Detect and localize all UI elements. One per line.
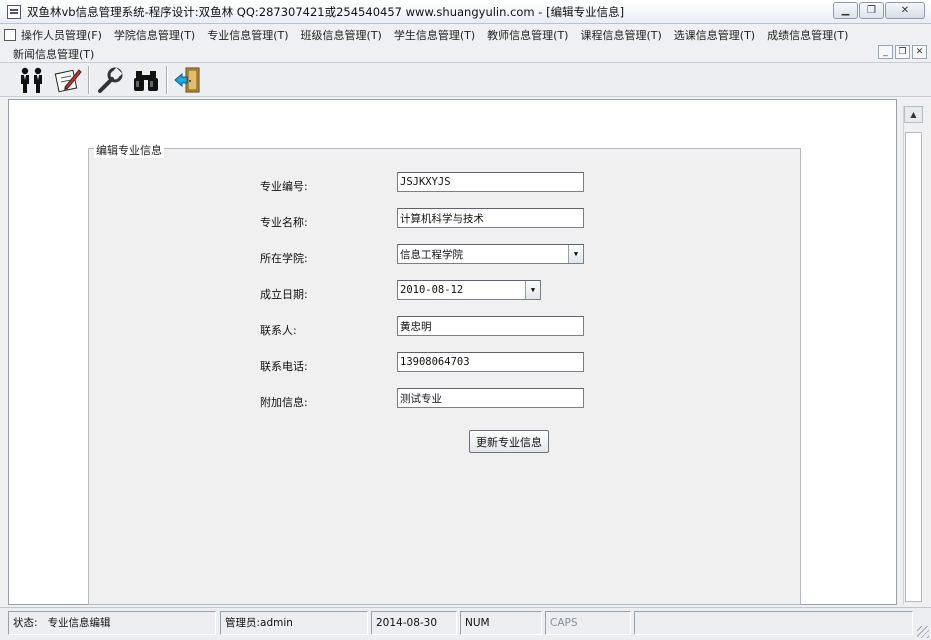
status-panel-date: 2014-08-30 — [371, 611, 457, 635]
mdi-child-icon[interactable] — [4, 28, 16, 41]
status-bar: 状态: 专业信息编辑 管理员:admin 2014-08-30 NUM CAPS — [0, 607, 931, 640]
update-major-button[interactable]: 更新专业信息 — [469, 430, 549, 453]
menu-course-selection[interactable]: 选课信息管理(T) — [674, 27, 755, 43]
select-college-value: 信息工程学院 — [400, 248, 463, 261]
menu-bar: 操作人员管理(F) 学院信息管理(T) 专业信息管理(T) 班级信息管理(T) … — [0, 25, 931, 63]
menu-students[interactable]: 学生信息管理(T) — [394, 27, 475, 43]
mdi-child-controls: _ ❐ ✕ — [878, 45, 927, 59]
menu-colleges[interactable]: 学院信息管理(T) — [114, 27, 195, 43]
input-contact[interactable]: 黄忠明 — [397, 316, 584, 336]
vertical-scrollbar[interactable]: ▲ — [903, 106, 923, 605]
label-college: 所在学院: — [260, 252, 308, 265]
menu-majors[interactable]: 专业信息管理(T) — [207, 27, 288, 43]
toolbar-separator — [166, 65, 168, 94]
toolbar-separator — [88, 65, 90, 94]
toolbar — [0, 63, 931, 97]
menu-operators[interactable]: 操作人员管理(F) — [21, 27, 102, 43]
input-major-name[interactable]: 计算机科学与技术 — [397, 208, 584, 228]
input-contact-value: 黄忠明 — [400, 320, 432, 333]
menu-grades[interactable]: 成绩信息管理(T) — [767, 27, 848, 43]
label-phone: 联系电话: — [260, 360, 308, 373]
mdi-restore-icon[interactable]: ❐ — [895, 45, 910, 59]
status-panel-state: 状态: 专业信息编辑 — [8, 611, 216, 635]
input-major-id[interactable]: JSJKXYJS — [397, 172, 584, 192]
status-panel-empty — [634, 611, 913, 635]
tools-icon[interactable] — [92, 65, 128, 95]
menu-row-2: 新闻信息管理(T) — [0, 44, 931, 63]
input-major-id-value: JSJKXYJS — [400, 176, 451, 188]
group-legend: 编辑专业信息 — [94, 142, 164, 158]
status-panel-caps: CAPS — [545, 611, 631, 635]
label-major-name: 专业名称: — [260, 216, 308, 229]
mdi-close-icon[interactable]: ✕ — [912, 45, 927, 59]
menu-classes[interactable]: 班级信息管理(T) — [301, 27, 382, 43]
menu-teachers[interactable]: 教师信息管理(T) — [487, 27, 568, 43]
input-extra-info[interactable]: 测试专业 — [397, 388, 584, 408]
close-icon[interactable]: ✕ — [885, 2, 925, 19]
select-college[interactable]: 信息工程学院 ▼ — [397, 244, 584, 264]
label-contact: 联系人: — [260, 324, 297, 337]
window-title: 双鱼林vb信息管理系统-程序设计:双鱼林 QQ:287307421或254540… — [27, 4, 625, 19]
mdi-minimize-icon[interactable]: _ — [878, 45, 893, 59]
resize-grip-icon[interactable] — [917, 626, 929, 638]
title-bar: 双鱼林vb信息管理系统-程序设计:双鱼林 QQ:287307421或254540… — [0, 0, 931, 24]
status-panel-admin: 管理员:admin — [220, 611, 368, 635]
scroll-up-icon[interactable]: ▲ — [904, 106, 923, 123]
minimize-icon[interactable]: ▁ — [833, 2, 858, 19]
label-extra-info: 附加信息: — [260, 396, 308, 409]
date-picker-founded[interactable]: 2010-08-12 ▼ — [397, 280, 541, 300]
users-icon[interactable] — [14, 65, 50, 95]
label-founded-date: 成立日期: — [260, 288, 308, 301]
restore-icon[interactable]: ❐ — [859, 2, 884, 19]
scroll-thumb[interactable] — [905, 132, 922, 602]
input-major-name-value: 计算机科学与技术 — [400, 212, 484, 225]
status-state: 专业信息编辑 — [47, 617, 111, 629]
label-major-id: 专业编号: — [260, 180, 308, 193]
chevron-down-icon[interactable]: ▼ — [568, 245, 583, 263]
menu-row-1: 操作人员管理(F) 学院信息管理(T) 专业信息管理(T) 班级信息管理(T) … — [0, 25, 931, 44]
edit-paper-icon[interactable] — [50, 65, 86, 95]
menu-courses[interactable]: 课程信息管理(T) — [580, 27, 661, 43]
date-picker-value: 2010-08-12 — [400, 284, 464, 296]
chevron-down-icon[interactable]: ▼ — [525, 281, 540, 299]
input-extra-info-value: 测试专业 — [400, 392, 442, 405]
input-phone-value: 13908064703 — [400, 356, 470, 368]
status-panel-num: NUM — [460, 611, 542, 635]
window-controls: ▁ ❐ ✕ — [833, 2, 925, 19]
exit-door-icon[interactable] — [170, 65, 206, 95]
status-label: 状态: — [13, 617, 38, 629]
menu-news[interactable]: 新闻信息管理(T) — [13, 46, 94, 62]
input-phone[interactable]: 13908064703 — [397, 352, 584, 372]
app-window-icon[interactable] — [7, 4, 21, 19]
binoculars-icon[interactable] — [128, 65, 164, 95]
